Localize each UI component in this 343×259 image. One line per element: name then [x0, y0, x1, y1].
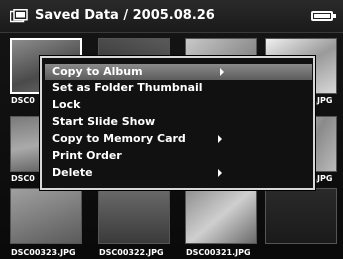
menu-item-label: Copy to Memory Card	[52, 132, 186, 145]
screen: Saved Data / 2005.08.26 DSC0 .JPG DSC0 .…	[0, 0, 343, 259]
menu-item-set-as-folder-thumbnail[interactable]: Set as Folder Thumbnail	[45, 80, 312, 96]
menu-item-label: Set as Folder Thumbnail	[52, 81, 203, 94]
thumbnail-filename: .JPG	[314, 96, 333, 105]
thumbnail-filename: DSC0	[11, 96, 35, 105]
submenu-arrow-icon	[220, 68, 224, 76]
battery-full-icon	[311, 11, 336, 21]
thumbnail[interactable]	[265, 188, 337, 244]
menu-item-print-order[interactable]: Print Order	[45, 148, 312, 164]
menu-item-lock[interactable]: Lock	[45, 97, 312, 113]
thumbnail[interactable]	[185, 188, 257, 244]
menu-item-delete[interactable]: Delete	[45, 165, 312, 181]
thumbnail-filename: DSC00322.JPG	[99, 248, 164, 257]
menu-item-label: Start Slide Show	[52, 115, 156, 128]
thumbnail-filename: DSC0	[11, 174, 35, 183]
folder-icon	[10, 9, 28, 23]
thumbnail-filename: .JPG	[314, 174, 333, 183]
thumbnail[interactable]	[10, 188, 82, 244]
menu-item-copy-to-album[interactable]: Copy to Album	[45, 64, 312, 80]
title-bar: Saved Data / 2005.08.26	[0, 0, 343, 33]
thumbnail[interactable]	[98, 188, 170, 244]
page-title: Saved Data / 2005.08.26	[35, 8, 215, 23]
menu-item-label: Lock	[52, 98, 81, 111]
submenu-arrow-icon	[218, 135, 222, 143]
menu-item-start-slide-show[interactable]: Start Slide Show	[45, 114, 312, 130]
menu-item-label: Print Order	[52, 149, 122, 162]
context-menu: Copy to Album Set as Folder Thumbnail Lo…	[40, 56, 315, 190]
thumbnail-filename: DSC00323.JPG	[11, 248, 76, 257]
menu-item-copy-to-memory-card[interactable]: Copy to Memory Card	[45, 131, 312, 147]
thumbnail-filename: DSC00321.JPG	[186, 248, 251, 257]
submenu-arrow-icon	[218, 169, 222, 177]
menu-item-label: Copy to Album	[52, 65, 143, 78]
menu-item-label: Delete	[52, 166, 93, 179]
